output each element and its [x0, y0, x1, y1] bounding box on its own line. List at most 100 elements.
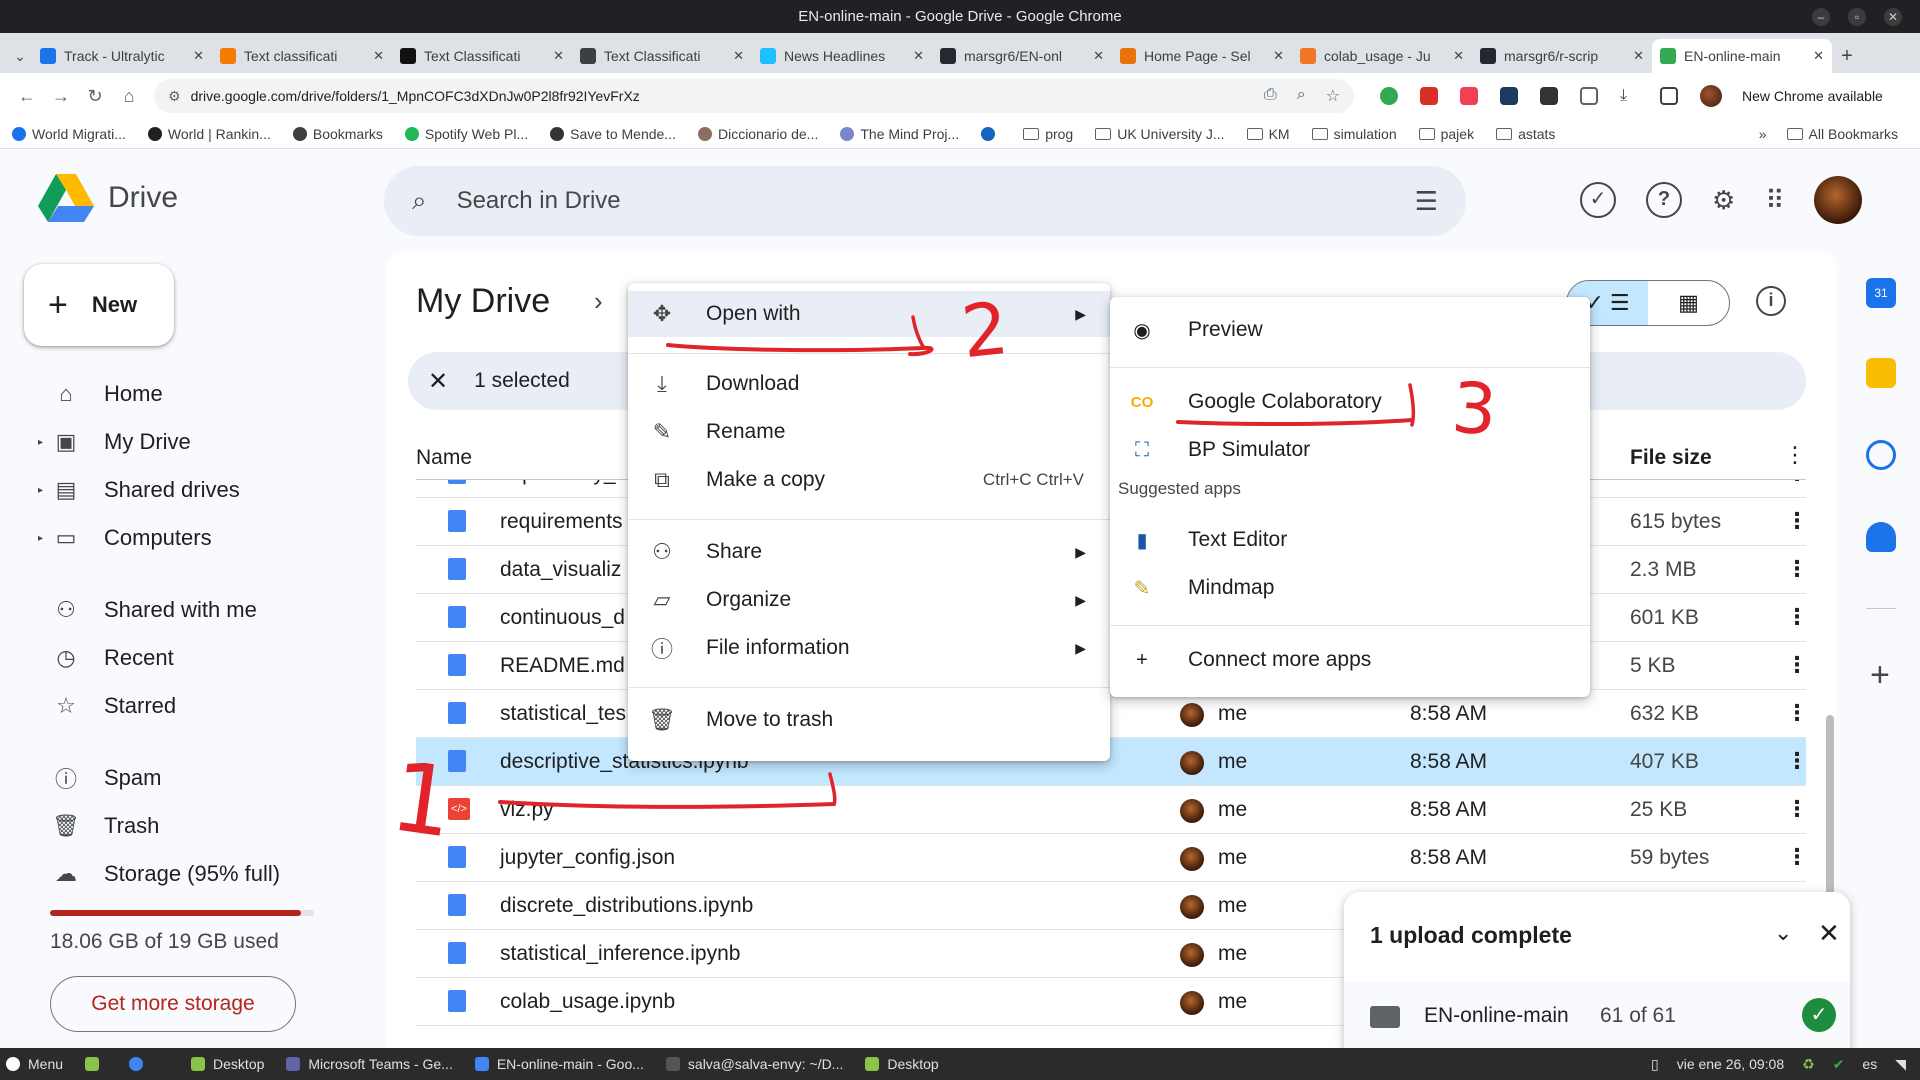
browser-tab[interactable]: Text Classificati ✕	[392, 39, 572, 73]
annotation-number: 3	[1449, 366, 1500, 452]
taskbar-window[interactable]: EN-online-main - Goo...	[474, 1056, 644, 1072]
update-icon[interactable]: ♻	[1802, 1056, 1815, 1073]
close-tab-icon[interactable]: ✕	[373, 48, 384, 64]
forward-icon[interactable]: →	[44, 86, 78, 107]
taskbar-window[interactable]: Microsoft Teams - Ge...	[286, 1056, 453, 1072]
chrome-launcher-icon[interactable]	[129, 1057, 151, 1071]
close-tab-icon[interactable]: ✕	[1273, 48, 1284, 64]
bookmark-folder[interactable]: astats	[1496, 126, 1555, 142]
bookmarks-overflow-icon[interactable]: »	[1759, 126, 1767, 142]
bookmark-item[interactable]: Diccionario de...	[697, 126, 818, 142]
folder-icon	[1023, 127, 1040, 140]
app-icon	[665, 1057, 680, 1071]
new-tab-icon[interactable]: +	[1832, 39, 1862, 73]
bookmark-star-icon[interactable]: ☆	[1326, 86, 1340, 106]
bookmark-folder[interactable]: UK University J...	[1095, 126, 1225, 142]
close-tab-icon[interactable]: ✕	[733, 48, 744, 64]
sidepanel-icon[interactable]	[1660, 87, 1678, 105]
extension-icon[interactable]	[1540, 87, 1558, 105]
close-tab-icon[interactable]: ✕	[553, 48, 564, 64]
minimize-icon[interactable]: –	[1812, 7, 1830, 26]
folder-icon	[1418, 127, 1435, 140]
back-icon[interactable]: ←	[10, 86, 44, 107]
close-tab-icon[interactable]: ✕	[1093, 48, 1104, 64]
extension-icon[interactable]	[1420, 87, 1438, 105]
check-icon[interactable]: ✔	[1833, 1056, 1845, 1073]
close-tab-icon[interactable]: ✕	[1633, 48, 1644, 64]
reload-icon[interactable]: ↻	[78, 86, 112, 107]
tab-title: marsgr6/r-scrip	[1504, 48, 1599, 64]
bookmark-item[interactable]: Save to Mende...	[550, 126, 676, 142]
tab-favicon-icon	[1660, 48, 1676, 64]
close-tab-icon[interactable]: ✕	[1453, 48, 1464, 64]
site-info-icon[interactable]: ⚙	[168, 88, 181, 105]
taskbar-window[interactable]: Desktop	[865, 1056, 939, 1072]
bookmark-item[interactable]: The Mind Proj...	[840, 126, 959, 142]
browser-tab[interactable]: Track - Ultralytic ✕	[32, 39, 212, 73]
folder-icon	[1246, 127, 1263, 140]
tab-title: Text classificati	[244, 48, 338, 64]
close-tab-icon[interactable]: ✕	[193, 48, 204, 64]
tab-favicon-icon	[1120, 48, 1136, 64]
tab-title: colab_usage - Ju	[1324, 48, 1431, 64]
close-window-icon[interactable]: ✕	[1884, 7, 1902, 26]
bookmark-item[interactable]: Bookmarks	[292, 126, 383, 142]
bookmark-folder[interactable]: pajek	[1418, 126, 1474, 142]
browser-tab[interactable]: Text classificati ✕	[212, 39, 392, 73]
download-icon[interactable]: ⤓	[1620, 87, 1638, 105]
annotation-overlay	[498, 315, 1416, 809]
puzzle-icon[interactable]	[1580, 87, 1598, 105]
start-menu-button[interactable]: Menu	[6, 1056, 63, 1072]
tab-favicon-icon	[940, 48, 956, 64]
browser-tab[interactable]: colab_usage - Ju ✕	[1292, 39, 1472, 73]
bookmark-item[interactable]: World | Rankin...	[147, 126, 271, 142]
tab-search-icon[interactable]: ⌄	[8, 39, 32, 73]
home-icon[interactable]: ⌂	[112, 86, 146, 107]
close-tab-icon[interactable]: ✕	[913, 48, 924, 64]
folder-icon	[1311, 127, 1328, 140]
browser-tab[interactable]: EN-online-main ✕	[1652, 39, 1832, 73]
tab-favicon-icon	[580, 48, 596, 64]
bookmark-folder[interactable]: prog	[1023, 126, 1073, 142]
tab-favicon-icon	[1300, 48, 1316, 64]
bookmark-folder[interactable]: simulation	[1311, 126, 1397, 142]
browser-tab[interactable]: marsgr6/EN-onl ✕	[932, 39, 1112, 73]
address-bar[interactable]: ⚙ drive.google.com/drive/folders/1_MpnCO…	[154, 79, 1354, 113]
profile-avatar[interactable]	[1700, 85, 1722, 107]
browser-tab[interactable]: marsgr6/r-scrip ✕	[1472, 39, 1652, 73]
wifi-icon[interactable]: ◥	[1895, 1056, 1906, 1073]
install-icon[interactable]: ⎙	[1264, 86, 1277, 106]
taskbar-window[interactable]: salva@salva-envy: ~/D...	[665, 1056, 843, 1072]
clock[interactable]: vie ene 26, 09:08	[1677, 1056, 1784, 1072]
extension-icon[interactable]	[1500, 87, 1518, 105]
bookmark-folder[interactable]: KM	[1246, 126, 1290, 142]
url-text: drive.google.com/drive/folders/1_MpnCOFC…	[190, 88, 640, 104]
maximize-icon[interactable]: ▫	[1848, 7, 1866, 26]
window-title: EN-online-main - Google Drive - Google C…	[798, 8, 1122, 25]
close-tab-icon[interactable]: ✕	[1813, 48, 1824, 64]
pocket-icon[interactable]	[1460, 87, 1478, 105]
tab-title: EN-online-main	[1684, 48, 1781, 64]
browser-tab[interactable]: News Headlines ✕	[752, 39, 932, 73]
browser-toolbar: ← → ↻ ⌂ ⚙ drive.google.com/drive/folders…	[0, 73, 1920, 119]
os-taskbar: Menu Desktop Microsoft Teams - Ge... EN-on…	[0, 1048, 1920, 1080]
update-chrome-button[interactable]: New Chrome available	[1742, 88, 1883, 104]
browser-tab[interactable]: Text Classificati ✕	[572, 39, 752, 73]
bookmark-item[interactable]: Spotify Web Pl...	[404, 126, 528, 142]
app-icon	[191, 1057, 206, 1071]
bookmark-favicon[interactable]	[981, 126, 1001, 141]
browser-tab[interactable]: Home Page - Sel ✕	[1112, 39, 1292, 73]
bookmark-item[interactable]: World Migrati...	[12, 126, 126, 142]
all-bookmarks[interactable]: All Bookmarks	[1786, 126, 1898, 142]
bookmarks-bar: World Migrati... World | Rankin... Bookmar…	[0, 119, 1920, 149]
files-launcher-icon[interactable]	[85, 1057, 107, 1071]
keyboard-language[interactable]: es	[1862, 1056, 1877, 1072]
tab-favicon-icon	[400, 48, 416, 64]
zoom-icon[interactable]: ⌕	[1297, 86, 1306, 106]
extension-icon[interactable]	[1380, 87, 1398, 105]
tab-title: Text Classificati	[604, 48, 701, 64]
app-icon	[865, 1057, 880, 1071]
taskbar-window[interactable]: Desktop	[191, 1056, 264, 1072]
app-icon	[474, 1057, 489, 1071]
battery-icon[interactable]: ▯	[1651, 1056, 1659, 1073]
